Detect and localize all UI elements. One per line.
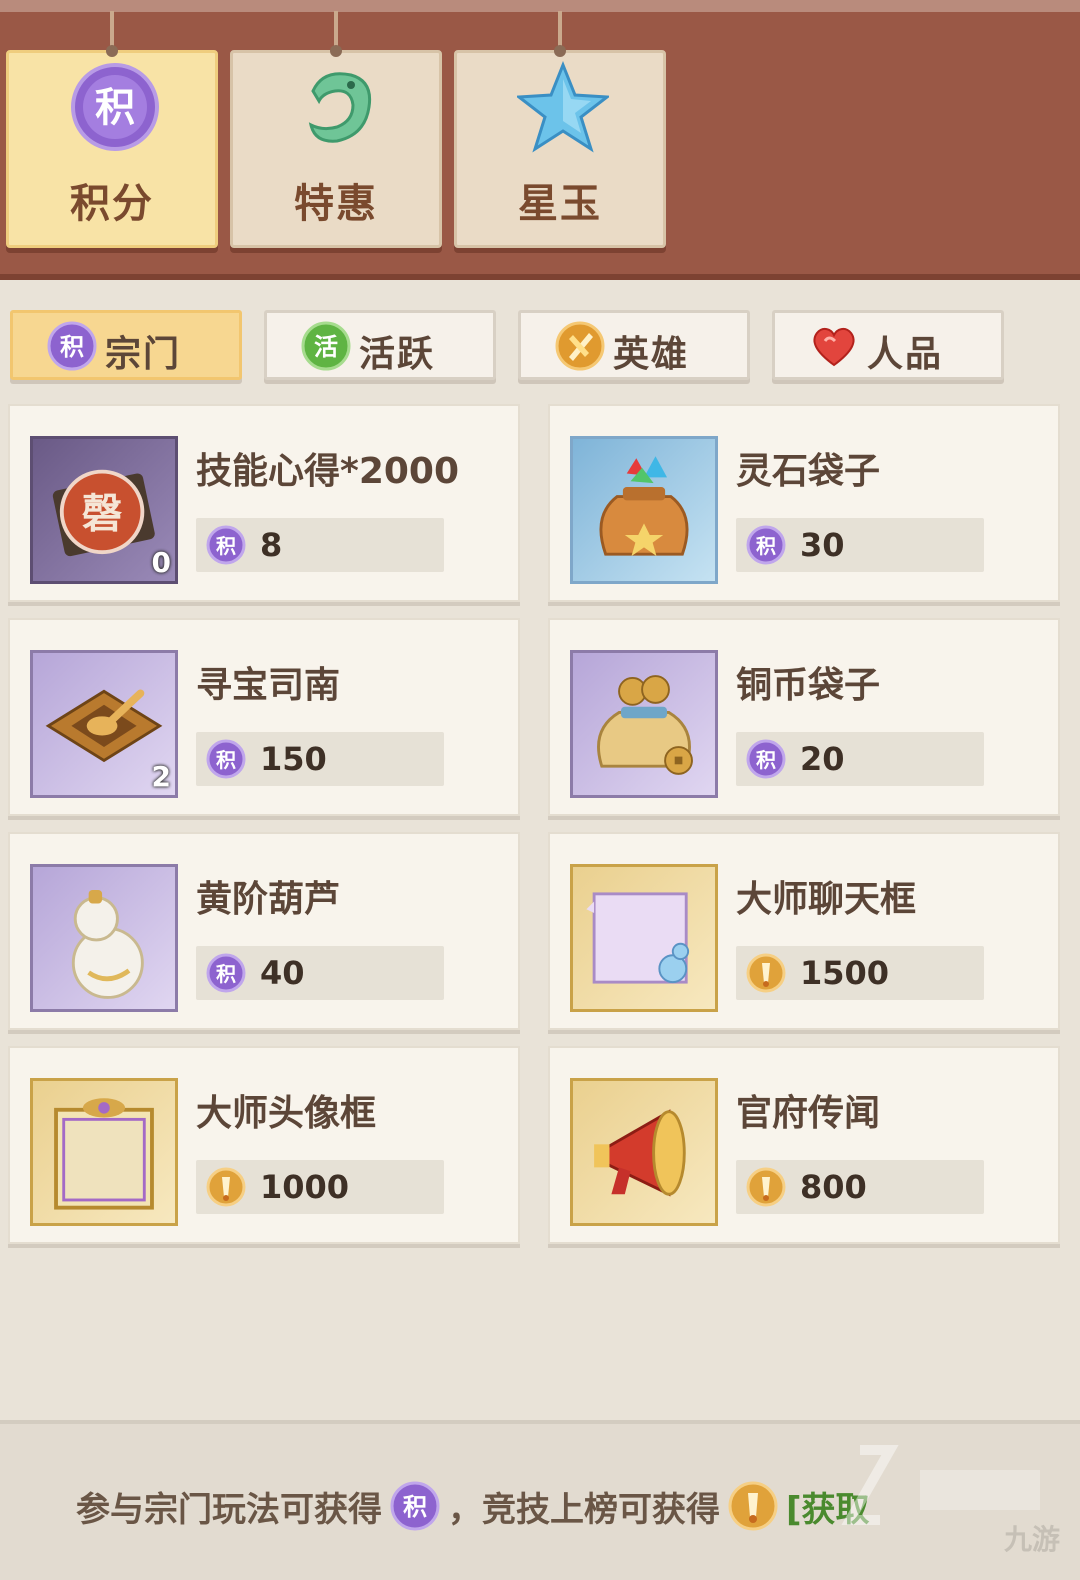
item-name: 铜币袋子 bbox=[736, 665, 881, 706]
points-orb-icon: 积 bbox=[71, 63, 159, 151]
sub-tab-label: 活跃 bbox=[359, 334, 436, 375]
sub-tab-label: 英雄 bbox=[613, 334, 690, 375]
shop-item[interactable]: 官府传闻 800 bbox=[548, 1046, 1060, 1244]
main-tab-label: 特惠 bbox=[294, 181, 378, 227]
price-box: 积 20 bbox=[736, 732, 984, 786]
price-box: 积 8 bbox=[196, 518, 444, 572]
shop-item[interactable]: 大师聊天框 1500 bbox=[548, 832, 1060, 1030]
skill-tome-icon: 磬 0 bbox=[30, 436, 178, 584]
footer-hint-part2: ，竞技上榜可获得 bbox=[448, 1489, 720, 1530]
gourd-icon bbox=[30, 864, 178, 1012]
blue-star-gem-icon bbox=[517, 61, 609, 153]
sub-tab-sect[interactable]: 积 宗门 bbox=[10, 310, 242, 380]
watermark-text: 九游 bbox=[1003, 1523, 1060, 1556]
points-coin-glyph: 积 bbox=[60, 333, 84, 361]
treasure-compass-icon: 2 bbox=[30, 650, 178, 798]
item-name: 技能心得*2000 bbox=[196, 451, 460, 492]
item-quantity: 2 bbox=[151, 760, 171, 793]
hero-token-icon bbox=[555, 321, 605, 371]
tab-hook bbox=[106, 11, 118, 57]
svg-text:积: 积 bbox=[216, 534, 236, 558]
sub-tab-label: 人品 bbox=[867, 334, 944, 375]
sub-tab-label: 宗门 bbox=[105, 334, 182, 375]
item-name: 黄阶葫芦 bbox=[196, 879, 341, 920]
item-price: 800 bbox=[800, 1168, 867, 1206]
shop-item[interactable]: 磬 0 技能心得*2000 积 8 bbox=[8, 404, 520, 602]
shop-item[interactable]: 灵石袋子 积 30 bbox=[548, 404, 1060, 602]
main-tab-label: 积分 bbox=[70, 181, 154, 227]
spirit-stone-bag-icon bbox=[570, 436, 718, 584]
price-box: 积 40 bbox=[196, 946, 444, 1000]
jade-dragon-icon bbox=[308, 72, 372, 143]
points-coin-icon: 积 bbox=[206, 525, 246, 565]
footer-hint-part1: 参与宗门玩法可获得 bbox=[76, 1489, 382, 1530]
main-tab-star-jade[interactable]: 星玉 bbox=[454, 11, 666, 248]
sub-tab-hero[interactable]: 英雄 bbox=[518, 310, 750, 380]
shop-item[interactable]: 黄阶葫芦 积 40 bbox=[8, 832, 520, 1030]
svg-text:积: 积 bbox=[756, 748, 776, 772]
points-orb-glyph: 积 bbox=[95, 85, 135, 131]
item-price: 40 bbox=[260, 954, 305, 992]
tab-hook bbox=[330, 11, 342, 57]
sub-tab-character[interactable]: 人品 bbox=[772, 310, 1004, 380]
item-price: 8 bbox=[260, 526, 283, 564]
item-price: 30 bbox=[800, 526, 845, 564]
shop-item[interactable]: 2 寻宝司南 积 150 bbox=[8, 618, 520, 816]
price-box: 800 bbox=[736, 1160, 984, 1214]
activity-coin-glyph: 活 bbox=[314, 333, 338, 361]
item-name: 大师头像框 bbox=[196, 1093, 377, 1134]
tab-hook bbox=[554, 11, 566, 57]
svg-text:积: 积 bbox=[403, 1493, 427, 1521]
points-coin-icon: 积 bbox=[206, 739, 246, 779]
activity-coin-icon: 活 bbox=[301, 321, 351, 371]
item-quantity: 0 bbox=[151, 546, 171, 579]
megaphone-icon bbox=[570, 1078, 718, 1226]
svg-text:积: 积 bbox=[216, 748, 236, 772]
item-price: 1500 bbox=[800, 954, 890, 992]
price-box: 1000 bbox=[196, 1160, 444, 1214]
item-name: 灵石袋子 bbox=[736, 451, 881, 492]
sub-tab-activity[interactable]: 活 活跃 bbox=[264, 310, 496, 380]
item-price: 1000 bbox=[260, 1168, 350, 1206]
main-tab-label: 星玉 bbox=[518, 181, 602, 227]
chat-frame-icon bbox=[570, 864, 718, 1012]
item-price: 150 bbox=[260, 740, 327, 778]
avatar-frame-icon bbox=[30, 1078, 178, 1226]
points-coin-icon: 积 bbox=[206, 953, 246, 993]
shop-item[interactable]: 大师头像框 1000 bbox=[8, 1046, 520, 1244]
heart-icon bbox=[813, 327, 855, 367]
points-coin-icon: 积 bbox=[746, 525, 786, 565]
arena-token-icon bbox=[746, 953, 786, 993]
item-name: 大师聊天框 bbox=[736, 879, 917, 920]
arena-token-icon bbox=[206, 1167, 246, 1207]
arena-token-icon bbox=[746, 1167, 786, 1207]
item-name: 寻宝司南 bbox=[196, 665, 341, 706]
main-tab-deals[interactable]: 特惠 bbox=[230, 11, 442, 248]
price-box: 积 150 bbox=[196, 732, 444, 786]
svg-text:磬: 磬 bbox=[82, 489, 123, 537]
arena-token-icon bbox=[728, 1481, 778, 1531]
points-coin-icon: 积 bbox=[390, 1481, 440, 1531]
shop-item[interactable]: 铜币袋子 积 20 bbox=[548, 618, 1060, 816]
svg-text:积: 积 bbox=[216, 962, 236, 986]
points-coin-icon: 积 bbox=[746, 739, 786, 779]
footer-hint: 参与宗门玩法可获得 积 ，竞技上榜可获得 [获取 bbox=[76, 1476, 870, 1536]
price-box: 1500 bbox=[736, 946, 984, 1000]
main-tab-points[interactable]: 积 积分 bbox=[6, 11, 218, 248]
item-price: 20 bbox=[800, 740, 845, 778]
item-name: 官府传闻 bbox=[736, 1093, 881, 1134]
copper-coin-bag-icon bbox=[570, 650, 718, 798]
price-box: 积 30 bbox=[736, 518, 984, 572]
svg-text:积: 积 bbox=[756, 534, 776, 558]
points-coin-icon: 积 bbox=[47, 321, 97, 371]
